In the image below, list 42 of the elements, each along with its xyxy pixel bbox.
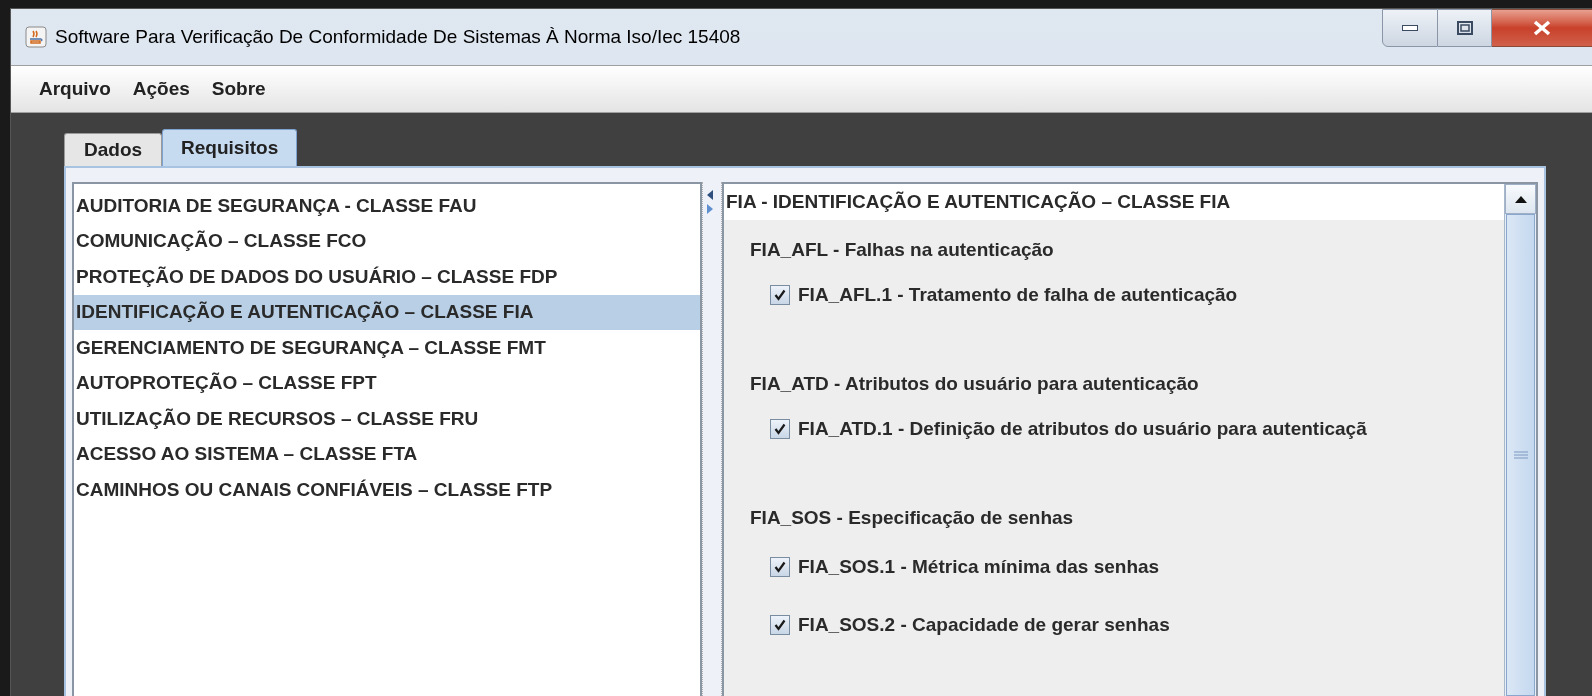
class-list-item[interactable]: AUTOPROTEÇÃO – CLASSE FPT xyxy=(74,365,700,401)
checkbox[interactable] xyxy=(770,419,790,439)
maximize-icon xyxy=(1456,21,1473,35)
requirement-label[interactable]: FIA_ATD.1 - Definição de atributos do usuário para autenticaçã xyxy=(798,414,1367,444)
collapse-left-icon[interactable] xyxy=(707,190,713,200)
requirement-label[interactable]: FIA_SOS.2 - Capacidade de gerar senhas xyxy=(798,610,1170,640)
requirement-label[interactable]: FIA_SOS.1 - Métrica mínima das senhas xyxy=(798,552,1160,582)
up-arrow-icon xyxy=(1514,195,1527,203)
class-list-item[interactable]: AUDITORIA DE SEGURANÇA - CLASSE FAU xyxy=(74,188,700,224)
checkbox[interactable] xyxy=(770,557,790,577)
checkbox[interactable] xyxy=(770,615,790,635)
class-list-item[interactable]: ACESSO AO SISTEMA – CLASSE FTA xyxy=(74,436,700,472)
checkmark-icon xyxy=(774,619,786,631)
tab[interactable]: Dados xyxy=(64,133,163,166)
scroll-up-button[interactable] xyxy=(1505,184,1536,214)
maximize-button[interactable] xyxy=(1438,9,1492,47)
checkmark-icon xyxy=(774,423,786,435)
family-heading: FIA_ATD - Atributos do usuário para autenticação xyxy=(750,371,1199,396)
close-button[interactable] xyxy=(1492,9,1592,47)
class-list-item[interactable]: COMUNICAÇÃO – CLASSE FCO xyxy=(74,223,700,259)
minimize-icon xyxy=(1402,25,1418,31)
java-cup-icon xyxy=(25,26,47,49)
class-list-item[interactable]: IDENTIFICAÇÃO E AUTENTICAÇÃO – CLASSE FIA xyxy=(74,294,700,330)
checkmark-icon xyxy=(774,561,786,573)
expand-right-icon[interactable] xyxy=(707,204,713,214)
checkmark-icon xyxy=(774,289,786,301)
menu-item[interactable]: Arquivo xyxy=(39,74,111,104)
requirement-label[interactable]: FIA_AFL.1 - Tratamento de falha de autenticação xyxy=(798,280,1238,310)
family-heading: FIA_SOS - Especificação de senhas xyxy=(750,505,1074,530)
close-icon xyxy=(1533,20,1551,36)
class-list-item[interactable]: PROTEÇÃO DE DADOS DO USUÁRIO – CLASSE FDP xyxy=(74,259,700,295)
family-heading: FIA_AFL - Falhas na autenticação xyxy=(750,237,1054,262)
grip-icon xyxy=(1513,451,1528,459)
checkbox[interactable] xyxy=(770,285,790,305)
class-list-item[interactable]: GERENCIAMENTO DE SEGURANÇA – CLASSE FMT xyxy=(74,330,700,366)
class-list-item[interactable]: UTILIZAÇÃO DE RECURSOS – CLASSE FRU xyxy=(74,401,700,437)
menu-item[interactable]: Ações xyxy=(132,74,190,104)
tab[interactable]: Requisitos xyxy=(162,129,298,166)
detail-header: FIA - IDENTIFICAÇÃO E AUTENTICAÇÃO – CLASSE FIA xyxy=(724,184,1504,220)
class-list-item[interactable]: CAMINHOS OU CANAIS CONFIÁVEIS – CLASSE FTP xyxy=(74,472,700,508)
window-title: Software Para Verificação De Conformidade De Sistemas À Norma Iso/Iec 15408 xyxy=(55,25,741,49)
menu-item[interactable]: Sobre xyxy=(211,74,266,104)
